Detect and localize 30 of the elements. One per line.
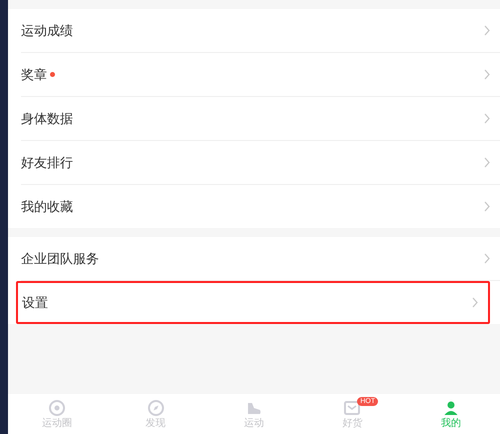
menu-label: 好友排行 [21, 154, 73, 172]
menu-label: 奖章 [21, 66, 47, 84]
menu-label: 身体数据 [21, 110, 73, 128]
envelope-icon [343, 399, 362, 417]
menu-item[interactable]: 身体数据 [21, 97, 500, 140]
person-icon [442, 399, 460, 417]
chevron-right-icon [484, 113, 490, 124]
target-icon [48, 399, 66, 417]
tab-label: 运动圈 [42, 419, 72, 429]
chevron-right-icon [484, 253, 490, 264]
menu-label: 企业团队服务 [21, 250, 99, 268]
menu-label: 设置 [22, 294, 48, 312]
menu-item[interactable]: 我的收藏 [21, 185, 500, 228]
menu-item[interactable]: 企业团队服务 [21, 237, 500, 280]
menu-item[interactable]: 设置 [16, 281, 490, 324]
menu-label: 运动成绩 [21, 22, 73, 40]
chevron-right-icon [484, 69, 490, 80]
tab-label: 发现 [146, 419, 166, 429]
menu-item[interactable]: 好友排行 [21, 141, 500, 184]
menu-item[interactable]: 奖章 [21, 53, 500, 96]
tab-label: 我的 [440, 419, 461, 429]
chevron-right-icon [484, 25, 490, 36]
tab-label: 好货 [342, 419, 362, 429]
chevron-right-icon [484, 201, 490, 212]
chevron-right-icon [472, 297, 478, 308]
tab-label: 运动 [244, 419, 264, 429]
menu-item[interactable]: 运动成绩 [21, 9, 500, 52]
chevron-right-icon [484, 157, 490, 168]
menu-label: 我的收藏 [21, 198, 73, 216]
compass-icon [146, 399, 165, 417]
